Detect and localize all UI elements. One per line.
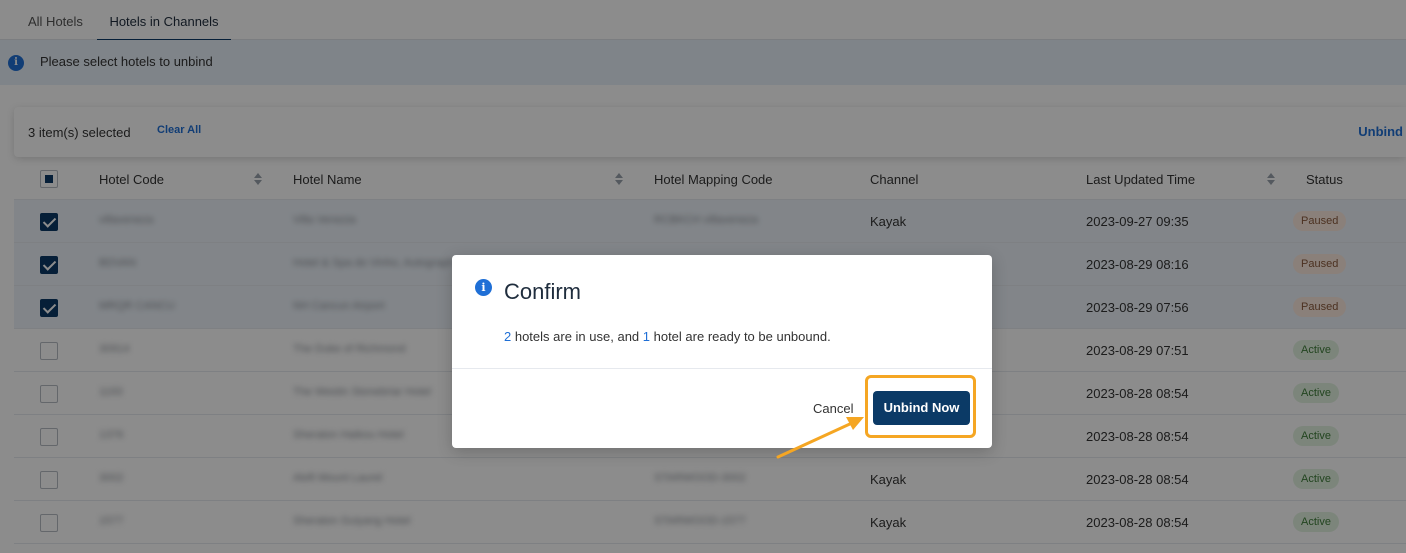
annotation-arrow-icon (776, 417, 864, 459)
